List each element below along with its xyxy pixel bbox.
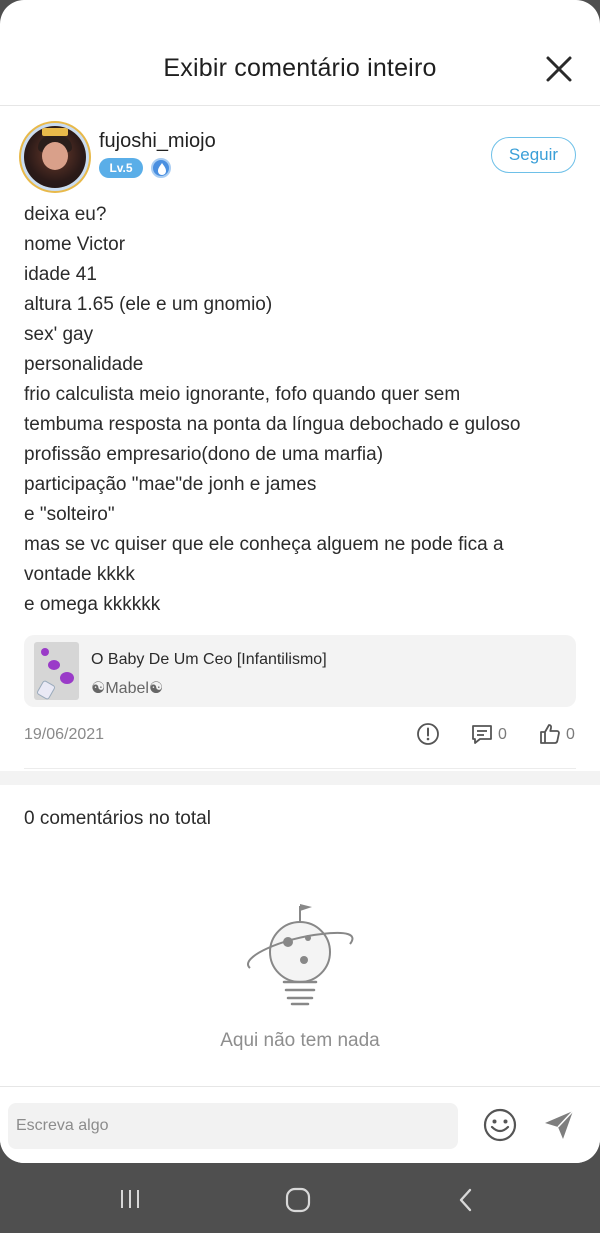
comment-composer — [0, 1086, 600, 1163]
linked-post-title: O Baby De Um Ceo [Infantilismo] — [91, 651, 327, 668]
comment-line: participação "mae"de jonh e james — [24, 474, 317, 495]
verified-badge-icon — [151, 158, 171, 178]
comment-line: nome Victor — [24, 234, 126, 255]
home-icon[interactable] — [285, 1187, 311, 1213]
emoji-icon[interactable] — [482, 1107, 518, 1143]
empty-lightbulb-planet-icon — [247, 904, 354, 1006]
author-row: fujoshi_miojo Lv.5 Seguir — [24, 126, 576, 188]
like-count: 0 — [566, 726, 575, 743]
comment-body: deixa eu? nome Victor idade 41 altura 1.… — [24, 200, 580, 620]
comment-line: sex' gay — [24, 324, 94, 345]
comment-line: frio calculista meio ignorante, fofo qua… — [24, 384, 461, 405]
comment-input[interactable] — [8, 1103, 458, 1149]
comment-line: e omega kkkkkk — [24, 594, 161, 615]
reply-count: 0 — [498, 726, 507, 743]
divider — [24, 768, 576, 769]
comments-total: 0 comentários no total — [24, 808, 211, 829]
recent-apps-icon[interactable] — [118, 1187, 142, 1211]
comment-line: vontade kkkk — [24, 564, 135, 585]
avatar[interactable] — [24, 126, 86, 188]
comment-sheet: Exibir comentário inteiro fujoshi_miojo … — [0, 0, 600, 1163]
back-icon[interactable] — [456, 1187, 476, 1213]
send-icon[interactable] — [542, 1108, 576, 1142]
comment-line: mas se vc quiser que ele conheça alguem … — [24, 534, 504, 555]
comment-line: e "solteiro" — [24, 504, 115, 525]
comment-line: altura 1.65 (ele e um gnomio) — [24, 294, 273, 315]
comment-line: profissão empresario(dono de uma marfia) — [24, 444, 384, 465]
comment-meta: 19/06/2021 0 0 — [24, 722, 576, 748]
reply-icon[interactable] — [470, 722, 494, 746]
report-icon[interactable] — [416, 722, 440, 746]
like-icon[interactable] — [538, 722, 562, 746]
empty-state-text: Aqui não tem nada — [220, 1030, 380, 1051]
linked-post-author: ☯Mabel☯ — [91, 680, 164, 697]
header: Exibir comentário inteiro — [0, 0, 600, 106]
author-username[interactable]: fujoshi_miojo — [99, 130, 216, 153]
page-title: Exibir comentário inteiro — [163, 54, 437, 82]
comment-date: 19/06/2021 — [24, 726, 105, 743]
linked-post-card[interactable]: O Baby De Um Ceo [Infantilismo] ☯Mabel☯ — [24, 635, 576, 707]
comment-line: deixa eu? — [24, 204, 107, 225]
close-icon[interactable] — [544, 54, 574, 84]
follow-button[interactable]: Seguir — [491, 137, 576, 173]
level-badge: Lv.5 — [99, 158, 143, 178]
system-nav-bar — [0, 1163, 600, 1233]
comment-line: tembuma resposta na ponta da língua debo… — [24, 414, 521, 435]
comment-line: idade 41 — [24, 264, 97, 285]
linked-post-thumbnail — [34, 642, 79, 700]
comment-line: personalidade — [24, 354, 144, 375]
section-gap — [0, 771, 600, 785]
